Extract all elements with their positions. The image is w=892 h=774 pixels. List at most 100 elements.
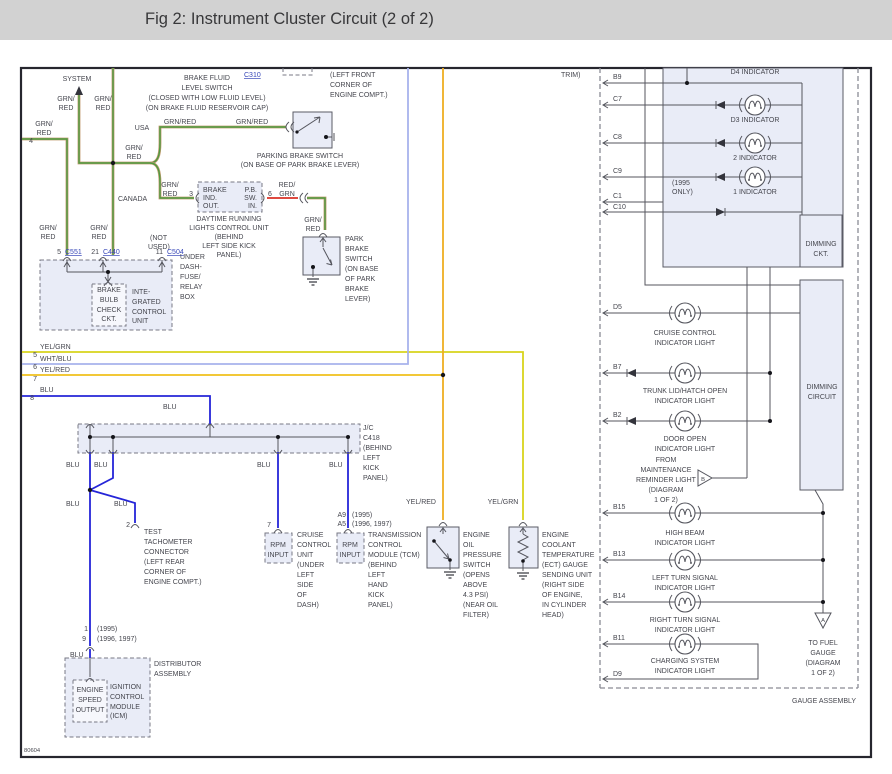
dimming-circuit-label: CIRCUIT [808,394,837,401]
park-brake-caption: PARK [345,236,364,243]
fuse-box-caption: UNDER [180,254,205,261]
cruise-caption: CONTROL [297,542,331,549]
wire-color: YEL/RED [40,367,70,374]
usa-label: USA [135,125,150,132]
maintenance-caption: 1 OF 2) [654,497,678,504]
tcm-caption: LEFT [368,572,386,579]
wire-color: GRN/ [125,145,143,152]
oil-switch-caption: PRESSURE [463,552,502,559]
pin-c7: C7 [613,96,622,103]
pin-d5: D5 [613,304,622,311]
fuel-gauge-caption: TO FUEL [808,640,838,647]
cruise-caption: OF [297,592,307,599]
fuse-box-caption: RELAY [180,284,203,291]
pin-b7: B7 [613,364,622,371]
jc-caption: J/C [363,425,374,432]
jc-caption: PANEL) [363,475,388,482]
year-label: (1995) [352,512,372,519]
tach-caption: CORNER OF [144,569,186,576]
pin-5b: 5 [33,352,37,359]
wire-color: RED [163,191,178,198]
icu-label: CONTROL [132,309,166,316]
wire-color: BLU [257,462,271,469]
pin-b14: B14 [613,593,626,600]
icu-label: UNIT [132,318,149,325]
junction-connector-box [77,423,361,454]
indicator-label: D4 INDICATOR [731,69,780,76]
indicator-label: INDICATOR LIGHT [655,398,716,405]
fuel-gauge-caption: (DIAGRAM [806,660,841,667]
indicator-label: CRUISE CONTROL [654,330,717,337]
engine-compt-caption: CORNER OF [330,82,372,89]
wire-color: BLU [70,652,84,659]
park-brake-caption: BRAKE [345,246,369,253]
indicator-label: HIGH BEAM [665,530,704,537]
wire-color: BLU [66,501,80,508]
maintenance-caption: FROM [656,457,677,464]
wire-color: RED [306,226,321,233]
tach-caption: TACHOMETER [144,539,192,546]
indicator-label: 1 INDICATOR [733,189,777,196]
pin-c9: C9 [613,168,622,175]
pin-a9: A9 [337,512,346,519]
year-label: (1996, 1997) [352,521,392,528]
tcm-caption: MODULE (TCM) [368,552,420,559]
icm-caption: CONTROL [110,694,144,701]
drl-pin-label: SW. [244,195,257,202]
pin-8: 8 [30,395,34,402]
fuse-box-caption: BOX [180,294,195,301]
icu-label: GRATED [132,299,161,306]
dimming-ckt-label: CKT. [813,251,828,258]
year-label: (1995 [672,180,690,187]
oil-switch-caption: (OPENS [463,572,490,579]
drl-caption: LIGHTS CONTROL UNIT [189,225,269,232]
brake-bulb-check-label: CHECK [97,307,122,314]
pin-7c: 7 [267,522,271,529]
ect-caption: OF ENGINE, [542,592,583,599]
drl-pin-label: IN. [248,203,257,210]
indicator-label: LEFT TURN SIGNAL [652,575,718,582]
tcm-caption: KICK [368,592,385,599]
pin-7b: 7 [33,376,37,383]
indicator-label: D3 INDICATOR [731,117,780,124]
year-label: ONLY) [672,189,693,196]
tcm-caption: CONTROL [368,542,402,549]
indicator-label: INDICATOR LIGHT [655,668,716,675]
wire-color: RED [59,105,74,112]
pin-c10: C10 [613,204,626,211]
dimming-ckt-label: DIMMING [805,241,836,248]
indicator-label: CHARGING SYSTEM [651,658,720,665]
connector-c310: C310 [244,72,261,79]
oil-switch-caption: OIL [463,542,474,549]
fuse-box-caption: FUSE/ [180,274,201,281]
icm-caption: MODULE [110,704,140,711]
ect-caption: COOLANT [542,542,577,549]
tcm-caption: PANEL) [368,602,393,609]
pin-b15: B15 [613,504,626,511]
rpm-input-label: INPUT [340,552,362,559]
pin-1: 1 [84,626,88,633]
wire-color: BLU [329,462,343,469]
connector-c551: C551 [65,249,82,256]
park-brake-caption: LEVER) [345,296,370,303]
drl-caption: PANEL) [217,252,242,259]
gauge-assembly-label: GAUGE ASSEMBLY [792,698,856,705]
oil-switch-caption: ABOVE [463,582,487,589]
ect-caption: ENGINE [542,532,569,539]
wire-color: GRN/RED [164,119,196,126]
tach-caption: (LEFT REAR [144,559,185,566]
wire-color: GRN/ [94,96,112,103]
drl-pin-label: IND. [203,195,217,202]
maintenance-caption: REMINDER LIGHT [636,477,697,484]
icm-caption: IGNITION [110,684,141,691]
engine-speed-label: OUTPUT [76,707,106,714]
wire-color: RED [92,234,107,241]
indicator-label: INDICATOR LIGHT [655,446,716,453]
wire-color: YEL/GRN [488,499,519,506]
indicator-label: INDICATOR LIGHT [655,627,716,634]
oil-switch-caption: ENGINE [463,532,490,539]
brake-bulb-check-label: BRAKE [97,287,121,294]
ect-caption: SENDING UNIT [542,572,593,579]
tcm-caption: (BEHIND [368,562,397,569]
jc-caption: KICK [363,465,380,472]
